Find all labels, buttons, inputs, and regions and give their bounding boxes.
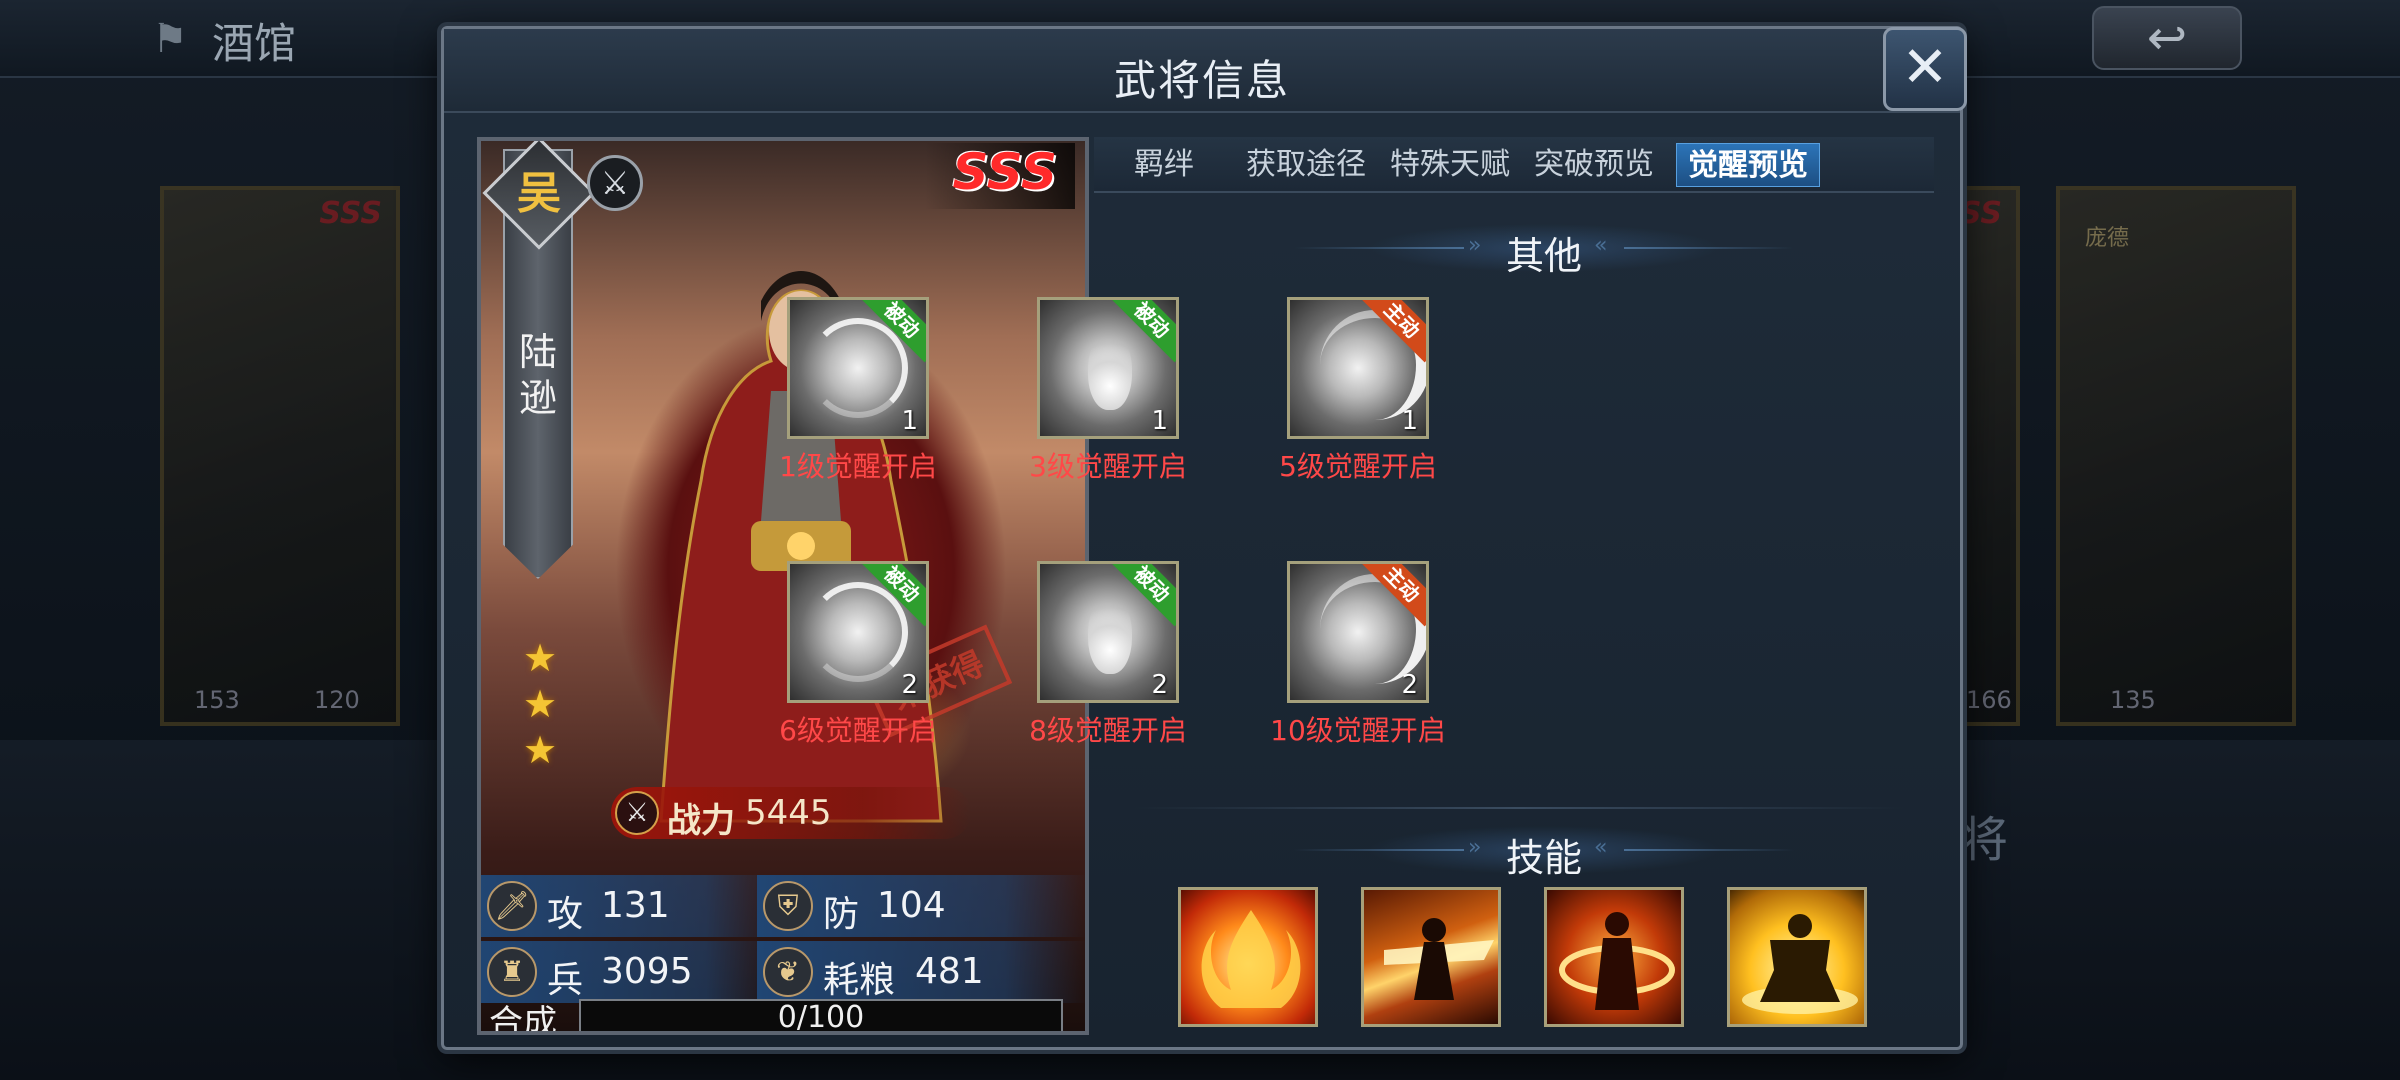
dialog-title: 武将信息 bbox=[1113, 56, 1290, 105]
skill-level: 2 bbox=[1401, 670, 1418, 700]
card-rarity: SSS bbox=[319, 196, 382, 231]
awakening-skill[interactable]: 被动 1 3级觉醒开启 bbox=[997, 297, 1247, 487]
section-title: 其他 bbox=[1505, 234, 1582, 278]
grain-icon: ❦ bbox=[763, 947, 813, 997]
awakening-skill[interactable]: 被动 2 6级觉醒开启 bbox=[747, 561, 997, 751]
skill-art bbox=[808, 582, 908, 682]
divider-line bbox=[1624, 247, 1794, 249]
section-title: 技能 bbox=[1505, 836, 1582, 880]
power-label: 战力 bbox=[667, 801, 735, 841]
stat-label: 耗粮 bbox=[823, 960, 896, 1001]
flame-icon[interactable]: 被动 1 bbox=[1037, 297, 1179, 439]
stat-value: 104 bbox=[877, 885, 946, 926]
swirl-icon[interactable]: 被动 1 bbox=[787, 297, 929, 439]
tavern-icon: ⚑ bbox=[152, 16, 188, 62]
synthesis-progress-bar: 0/100 bbox=[579, 999, 1063, 1035]
awakening-skill[interactable]: 主动 1 5级觉醒开启 bbox=[1247, 297, 1497, 487]
hero-info-dialog: 武将信息 ✕ 吴 陆逊 ⚔ SSS ★ ★ ★ 未获得 ⚔ 战力 5445 🗡 … bbox=[441, 26, 1967, 1050]
skill-level: 1 bbox=[901, 406, 918, 436]
synthesis-label: 合成 bbox=[489, 1003, 557, 1035]
unlock-condition: 3级觉醒开启 bbox=[1029, 450, 1187, 483]
stat-value: 3095 bbox=[601, 951, 693, 992]
swirl-icon[interactable]: 被动 2 bbox=[787, 561, 929, 703]
slash-icon[interactable]: 主动 2 bbox=[1287, 561, 1429, 703]
stat-food: ❦ 耗粮 481 bbox=[757, 941, 1085, 1003]
unlock-condition: 1级觉醒开启 bbox=[779, 450, 937, 483]
stat-attack: 🗡 攻 131 bbox=[481, 875, 781, 937]
chevron-left-icon: « bbox=[1594, 233, 1608, 258]
close-icon: ✕ bbox=[1901, 35, 1949, 100]
power-value: 5445 bbox=[745, 793, 832, 833]
star-icon: ★ bbox=[522, 636, 558, 680]
skill-level: 1 bbox=[1151, 406, 1168, 436]
lightning-strike-icon[interactable] bbox=[1361, 887, 1501, 1027]
stat-value: 131 bbox=[601, 885, 670, 926]
stat-defense: ⛨ 防 104 bbox=[757, 875, 1085, 937]
game-screen: ⚑ 酒馆 ↩ SSS 153 120 SSS 166 庞德 135 将 武将信息… bbox=[0, 0, 2400, 1080]
tab-acquire[interactable]: 获取途径 bbox=[1244, 143, 1368, 187]
awakening-skill[interactable]: 被动 1 1级觉醒开启 bbox=[747, 297, 997, 487]
card-hero-name: 庞德 bbox=[2084, 226, 2129, 251]
stat-troops: ♜ 兵 3095 bbox=[481, 941, 781, 1003]
skill-art bbox=[1088, 330, 1132, 410]
chevron-left-icon: « bbox=[1594, 835, 1608, 860]
tab-special-talent[interactable]: 特殊天赋 bbox=[1388, 143, 1512, 187]
stat-label: 防 bbox=[823, 894, 860, 935]
sword-icon: 🗡 bbox=[487, 881, 537, 931]
soldier-icon: ♜ bbox=[487, 947, 537, 997]
synthesis-progress-text: 0/100 bbox=[777, 1000, 865, 1035]
weapon-type-icon: ⚔ bbox=[587, 155, 643, 211]
close-button[interactable]: ✕ bbox=[1883, 27, 1967, 111]
back-arrow-icon: ↩ bbox=[2146, 10, 2188, 66]
background-hero-card[interactable]: SSS 166 bbox=[1939, 186, 2020, 726]
stat-value: 481 bbox=[915, 951, 984, 992]
background-hero-card[interactable]: 庞德 135 bbox=[2056, 186, 2296, 726]
slash-icon[interactable]: 主动 1 bbox=[1287, 297, 1429, 439]
golden-shield-icon[interactable] bbox=[1727, 887, 1867, 1027]
star-icon: ★ bbox=[522, 728, 558, 772]
card-stat-a: 153 bbox=[194, 686, 240, 714]
dialog-header: 武将信息 bbox=[444, 29, 1960, 113]
skill-art bbox=[1088, 594, 1132, 674]
unlock-condition: 10级觉醒开启 bbox=[1270, 714, 1446, 747]
screen-title: 酒馆 bbox=[212, 19, 297, 68]
skill-level: 2 bbox=[901, 670, 918, 700]
card-stat-a: 166 bbox=[1966, 686, 2012, 714]
background-hero-card[interactable]: SSS 153 120 bbox=[160, 186, 400, 726]
card-stat-a: 135 bbox=[2110, 686, 2156, 714]
awakening-skill[interactable]: 主动 2 10级觉醒开启 bbox=[1247, 561, 1497, 751]
fire-burst-icon[interactable] bbox=[1178, 887, 1318, 1027]
hero-name: 陆逊 bbox=[518, 330, 557, 420]
divider-line bbox=[1624, 849, 1794, 851]
skill-level: 1 bbox=[1401, 406, 1418, 436]
card-stat-b: 120 bbox=[314, 686, 360, 714]
rarity-badge: SSS bbox=[925, 143, 1075, 209]
combat-power-bar: ⚔ 战力 5445 bbox=[611, 787, 971, 841]
footer-partial-text: 将 bbox=[1960, 812, 2009, 868]
faction-label: 吴 bbox=[517, 168, 561, 219]
section-header-other: » 其他 « bbox=[1294, 219, 1794, 278]
crossed-swords-icon: ⚔ bbox=[615, 791, 659, 835]
skill-art bbox=[808, 318, 908, 418]
star-icon: ★ bbox=[522, 682, 558, 726]
star-rating: ★ ★ ★ bbox=[521, 639, 561, 777]
skill-level: 2 bbox=[1151, 670, 1168, 700]
back-button[interactable]: ↩ bbox=[2092, 6, 2242, 70]
info-tabs: 羁绊 获取途径 特殊天赋 突破预览 觉醒预览 bbox=[1094, 137, 1934, 193]
unlock-condition: 5级觉醒开启 bbox=[1279, 450, 1437, 483]
section-header-skills: » 技能 « bbox=[1294, 821, 1794, 880]
stat-label: 攻 bbox=[547, 894, 584, 935]
unlock-condition: 8级觉醒开启 bbox=[1029, 714, 1187, 747]
shield-icon: ⛨ bbox=[763, 881, 813, 931]
tab-breakthrough-preview[interactable]: 突破预览 bbox=[1532, 143, 1656, 187]
unlock-condition: 6级觉醒开启 bbox=[779, 714, 937, 747]
section-divider bbox=[1134, 807, 1904, 809]
tab-awakening-preview[interactable]: 觉醒预览 bbox=[1676, 143, 1820, 187]
flame-icon[interactable]: 被动 2 bbox=[1037, 561, 1179, 703]
awakening-skill[interactable]: 被动 2 8级觉醒开启 bbox=[997, 561, 1247, 751]
tab-bonds[interactable]: 羁绊 bbox=[1124, 143, 1204, 187]
aura-warrior-icon[interactable] bbox=[1544, 887, 1684, 1027]
